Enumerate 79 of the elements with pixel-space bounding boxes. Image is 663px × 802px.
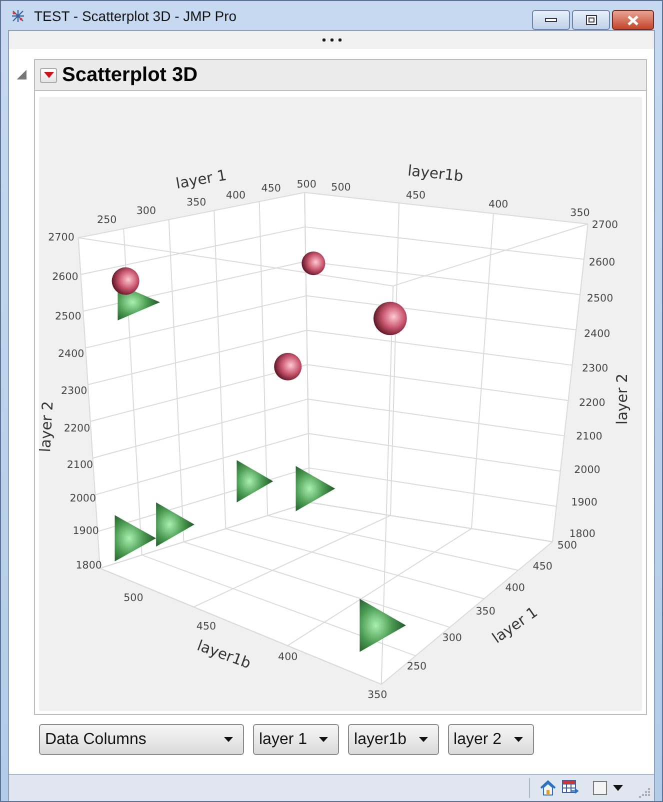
tick-label: 350 xyxy=(368,689,388,702)
tick-label: 350 xyxy=(570,207,590,220)
minimize-icon xyxy=(545,18,557,22)
resize-grip-icon[interactable] xyxy=(639,787,650,798)
window-title: TEST - Scatterplot 3D - JMP Pro xyxy=(34,8,237,24)
tick-label: 500 xyxy=(296,178,316,191)
caret-icon xyxy=(224,737,233,742)
tick-label: 2300 xyxy=(582,362,608,375)
tick-label: 2200 xyxy=(579,397,606,410)
triangle-marker xyxy=(296,466,336,512)
caret-icon[interactable] xyxy=(613,785,623,791)
tick-label: 450 xyxy=(196,620,216,632)
caret-icon xyxy=(319,737,328,742)
disclosure-icon[interactable] xyxy=(17,70,27,80)
tick-label: 250 xyxy=(97,214,117,226)
tick-label: 2600 xyxy=(52,271,78,284)
caret-icon xyxy=(418,737,428,742)
triangle-marker xyxy=(114,515,156,562)
minimize-button[interactable] xyxy=(532,10,570,30)
dropdown[interactable]: Data Columns xyxy=(39,724,244,755)
tick-label: 400 xyxy=(226,189,246,202)
tick-label: 1800 xyxy=(569,528,596,540)
maximize-button[interactable] xyxy=(572,10,610,30)
tick-label: 2100 xyxy=(66,459,94,471)
tick-label: 400 xyxy=(505,582,525,594)
axis-title: layer1b xyxy=(406,162,464,186)
close-button[interactable] xyxy=(612,10,654,30)
tick-label: 400 xyxy=(488,198,508,210)
tick-label: 500 xyxy=(124,592,144,604)
tick-label: 2700 xyxy=(48,232,74,244)
menu-button[interactable] xyxy=(40,68,57,82)
tick-label: 350 xyxy=(186,196,206,208)
tick-label: 250 xyxy=(406,660,427,673)
tick-label: 2200 xyxy=(64,422,90,435)
caret-icon xyxy=(44,72,54,78)
tick-label: 2300 xyxy=(60,385,88,398)
tick-label: 2600 xyxy=(588,256,616,268)
tick-label: 450 xyxy=(532,560,552,572)
tick-label: 350 xyxy=(476,606,496,618)
caret-icon xyxy=(514,737,523,742)
tick-label: 300 xyxy=(136,205,156,218)
report-title: Scatterplot 3D xyxy=(62,64,198,86)
axis-title: layer 2 xyxy=(614,374,631,425)
tick-label: 2400 xyxy=(584,328,610,340)
sphere-marker xyxy=(274,352,302,380)
scatter-icon xyxy=(10,8,26,24)
triangle-marker xyxy=(360,598,406,652)
tick-label: 300 xyxy=(442,632,462,644)
dropdown[interactable]: layer1b xyxy=(348,724,439,755)
axis-title: layer 1 xyxy=(174,166,228,193)
tick-label: 2500 xyxy=(55,310,82,322)
triangle-marker xyxy=(156,502,194,547)
tick-label: 500 xyxy=(331,182,351,194)
tick-label: 450 xyxy=(261,182,281,195)
home-icon[interactable] xyxy=(540,780,556,796)
tick-label: 450 xyxy=(406,189,426,202)
tick-label: 2100 xyxy=(576,430,602,442)
tick-label: 1900 xyxy=(571,496,598,508)
tick-label: 2000 xyxy=(70,492,96,504)
table-icon[interactable] xyxy=(562,780,579,796)
tick-label: 2500 xyxy=(586,292,614,305)
square-icon[interactable] xyxy=(593,781,607,795)
grip-icon[interactable] xyxy=(322,38,342,42)
tick-label: 500 xyxy=(557,540,578,552)
dropdown[interactable]: layer 1 xyxy=(253,724,340,755)
close-icon xyxy=(627,14,639,26)
sphere-marker xyxy=(373,302,407,336)
axis-title: layer 2 xyxy=(39,400,57,453)
sphere-marker xyxy=(112,267,140,295)
dropdown[interactable]: layer 2 xyxy=(448,724,534,755)
tick-label: 2400 xyxy=(58,348,84,360)
tick-label: 1900 xyxy=(72,524,99,537)
tick-label: 2000 xyxy=(574,464,600,476)
tick-label: 2700 xyxy=(592,218,618,231)
maximize-icon xyxy=(586,15,596,25)
tick-label: 400 xyxy=(278,650,298,663)
sphere-marker xyxy=(302,252,326,276)
triangle-marker xyxy=(236,460,274,502)
tick-label: 1800 xyxy=(76,559,102,572)
